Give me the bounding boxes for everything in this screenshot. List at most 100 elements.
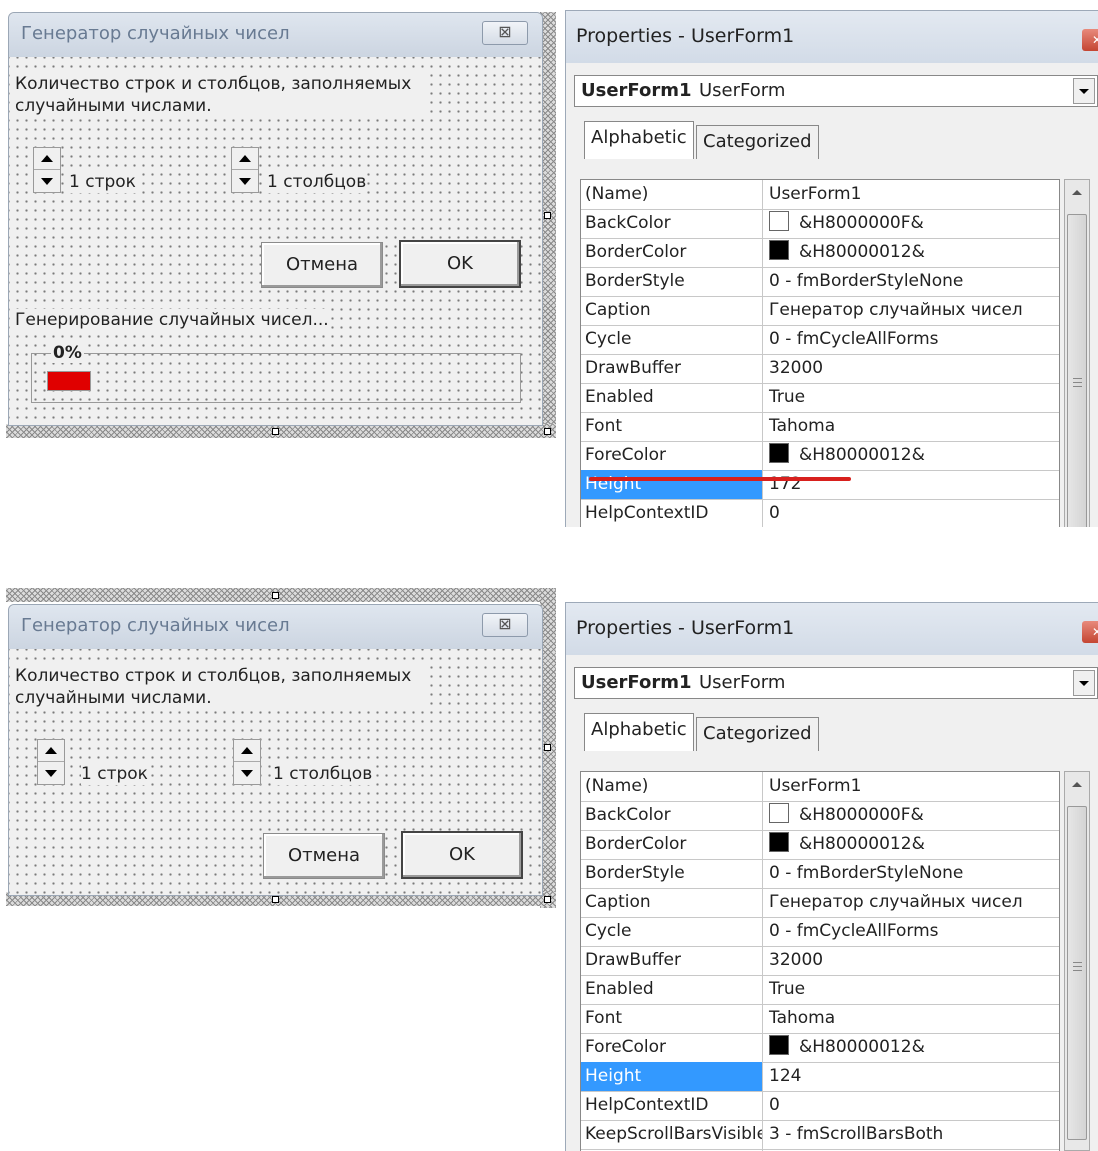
property-name[interactable]: (Name) xyxy=(581,772,763,801)
spin-down-icon[interactable] xyxy=(234,762,260,784)
form-resize-hatch-bottom[interactable] xyxy=(6,424,556,438)
ok-button[interactable]: OK xyxy=(399,240,521,288)
scroll-up-icon[interactable] xyxy=(1072,190,1082,195)
property-value[interactable]: Tahoma xyxy=(763,412,1059,441)
property-scrollbar[interactable] xyxy=(1064,771,1090,1151)
property-row[interactable]: ForeColor &H80000012& xyxy=(581,441,1059,471)
property-name[interactable]: Enabled xyxy=(581,383,763,412)
property-row[interactable]: ForeColor &H80000012& xyxy=(581,1033,1059,1063)
scroll-thumb[interactable] xyxy=(1067,806,1087,1140)
property-value[interactable]: UserForm1 xyxy=(763,772,1059,801)
property-name[interactable]: Caption xyxy=(581,888,763,917)
close-icon[interactable]: ✕ xyxy=(1082,621,1098,643)
tab-categorized[interactable]: Categorized xyxy=(696,125,819,159)
cols-label[interactable]: 1 столбцов xyxy=(267,171,367,193)
property-row[interactable]: BorderColor &H80000012& xyxy=(581,830,1059,860)
property-value[interactable]: &H80000012& xyxy=(763,441,1059,470)
property-name[interactable]: Caption xyxy=(581,296,763,325)
resize-handle-bottom[interactable] xyxy=(272,896,279,903)
spin-up-icon[interactable] xyxy=(38,740,64,762)
cols-spin-button[interactable] xyxy=(233,739,261,785)
resize-handle-corner[interactable] xyxy=(544,428,551,435)
property-row[interactable]: Enabled True xyxy=(581,383,1059,413)
property-name[interactable]: (Name) xyxy=(581,180,763,209)
tab-alphabetic[interactable]: Alphabetic xyxy=(584,713,694,751)
cancel-button[interactable]: Отмена xyxy=(261,242,383,288)
tab-alphabetic[interactable]: Alphabetic xyxy=(584,121,694,159)
scroll-thumb[interactable] xyxy=(1067,214,1087,527)
property-name[interactable]: HelpContextID xyxy=(581,499,763,527)
rows-spin-button[interactable] xyxy=(33,147,61,193)
property-row[interactable]: DrawBuffer 32000 xyxy=(581,946,1059,976)
property-name[interactable]: DrawBuffer xyxy=(581,946,763,975)
cancel-button[interactable]: Отмена xyxy=(263,833,385,879)
property-name[interactable]: BackColor xyxy=(581,209,763,238)
property-value[interactable]: &H8000000F& xyxy=(763,801,1059,830)
property-row[interactable]: BackColor &H8000000F& xyxy=(581,209,1059,239)
property-value[interactable]: 0 - fmBorderStyleNone xyxy=(763,859,1059,888)
property-name[interactable]: DrawBuffer xyxy=(581,354,763,383)
spin-down-icon[interactable] xyxy=(38,762,64,784)
resize-handle-corner[interactable] xyxy=(544,896,551,903)
property-row[interactable]: BorderColor &H80000012& xyxy=(581,238,1059,268)
property-name[interactable]: Cycle xyxy=(581,325,763,354)
property-row[interactable]: Cycle 0 - fmCycleAllForms xyxy=(581,917,1059,947)
spin-up-icon[interactable] xyxy=(234,740,260,762)
resize-handle-top[interactable] xyxy=(272,592,279,599)
property-row[interactable]: HelpContextID 0 xyxy=(581,1091,1059,1121)
resize-handle-bottom[interactable] xyxy=(272,428,279,435)
property-name[interactable]: BorderStyle xyxy=(581,267,763,296)
description-label[interactable]: Количество строк и столбцов, заполняемых… xyxy=(15,73,425,117)
close-icon[interactable]: ✕ xyxy=(1082,29,1098,51)
property-row[interactable]: HelpContextID 0 xyxy=(581,499,1059,527)
cols-spin-button[interactable] xyxy=(231,147,259,193)
property-value[interactable]: 0 xyxy=(763,1091,1059,1120)
property-row[interactable]: Enabled True xyxy=(581,975,1059,1005)
property-value[interactable]: 32000 xyxy=(763,354,1059,383)
property-row[interactable]: Caption Генератор случайных чисел xyxy=(581,296,1059,326)
userform[interactable]: Генератор случайных чисел ⊠ Количество с… xyxy=(8,12,543,426)
resize-handle-right[interactable] xyxy=(544,744,551,751)
property-name[interactable]: Cycle xyxy=(581,917,763,946)
progress-bar[interactable] xyxy=(47,371,91,391)
property-row[interactable]: Font Tahoma xyxy=(581,412,1059,442)
close-icon[interactable]: ⊠ xyxy=(482,613,528,637)
scroll-up-icon[interactable] xyxy=(1072,782,1082,787)
property-value[interactable]: 3 - fmScrollBarsBoth xyxy=(763,1120,1059,1149)
property-row[interactable]: DrawBuffer 32000 xyxy=(581,354,1059,384)
property-name[interactable]: Height xyxy=(581,470,763,499)
property-value[interactable]: True xyxy=(763,975,1059,1004)
rows-label[interactable]: 1 строк xyxy=(69,171,136,193)
property-name[interactable]: KeepScrollBarsVisible xyxy=(581,1120,763,1149)
property-name[interactable]: ForeColor xyxy=(581,441,763,470)
property-value[interactable]: 0 xyxy=(763,499,1059,527)
resize-handle-right[interactable] xyxy=(544,212,551,219)
property-value[interactable]: 0 - fmCycleAllForms xyxy=(763,917,1059,946)
property-value[interactable]: True xyxy=(763,383,1059,412)
property-value[interactable]: &H8000000F& xyxy=(763,209,1059,238)
spin-down-icon[interactable] xyxy=(232,170,258,192)
property-name[interactable]: Font xyxy=(581,1004,763,1033)
description-label[interactable]: Количество строк и столбцов, заполняемых… xyxy=(15,665,425,709)
property-name[interactable]: Enabled xyxy=(581,975,763,1004)
property-value[interactable]: 0 - fmCycleAllForms xyxy=(763,325,1059,354)
property-name[interactable]: HelpContextID xyxy=(581,1091,763,1120)
progress-frame[interactable] xyxy=(31,353,521,403)
cols-label[interactable]: 1 столбцов xyxy=(273,763,373,785)
property-row[interactable]: Height 172 xyxy=(581,470,1059,500)
close-icon[interactable]: ⊠ xyxy=(482,21,528,45)
rows-label[interactable]: 1 строк xyxy=(81,763,148,785)
property-value[interactable]: Генератор случайных чисел xyxy=(763,888,1059,917)
tab-categorized[interactable]: Categorized xyxy=(696,717,819,751)
property-row[interactable]: (Name) UserForm1 xyxy=(581,180,1059,210)
spin-down-icon[interactable] xyxy=(34,170,60,192)
property-value[interactable]: UserForm1 xyxy=(763,180,1059,209)
rows-spin-button[interactable] xyxy=(37,739,65,785)
object-selector[interactable]: UserForm1 UserForm xyxy=(574,667,1098,699)
property-name[interactable]: Height xyxy=(581,1062,763,1091)
property-row[interactable]: (Name) UserForm1 xyxy=(581,772,1059,802)
spin-up-icon[interactable] xyxy=(232,148,258,170)
property-name[interactable]: Font xyxy=(581,412,763,441)
ok-button[interactable]: OK xyxy=(401,831,523,879)
property-row[interactable]: Height 124 xyxy=(581,1062,1059,1092)
